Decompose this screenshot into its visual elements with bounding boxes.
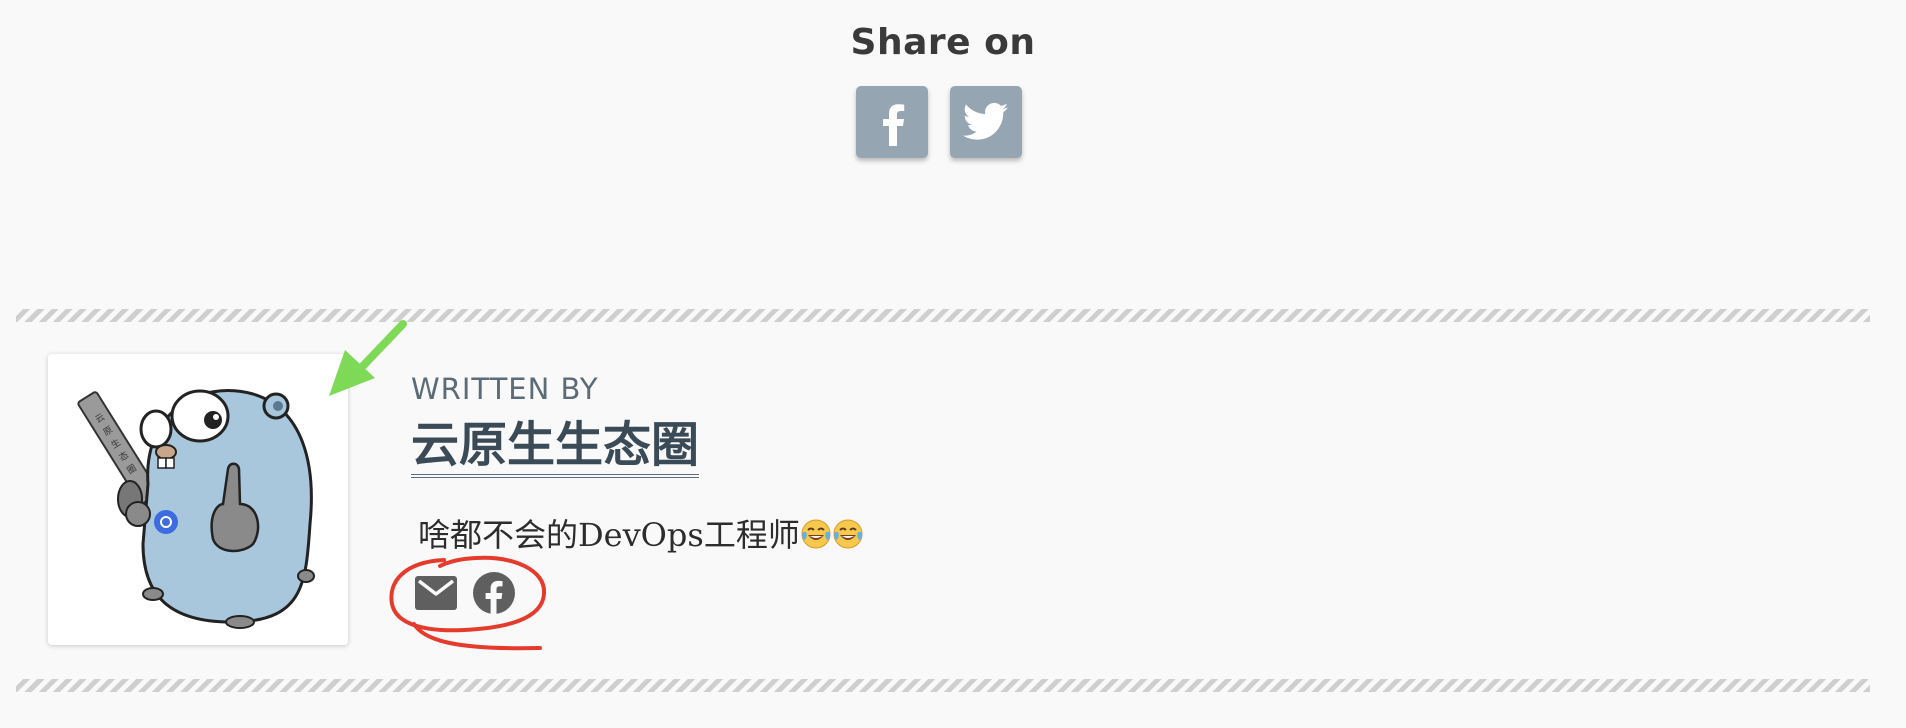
author-facebook-link[interactable]	[472, 571, 516, 615]
facebook-icon	[473, 572, 515, 614]
written-by-label: WRITTEN BY	[411, 372, 599, 406]
author-name-link[interactable]: 云原生生态圈	[411, 416, 700, 478]
laughing-tears-icon	[833, 519, 863, 549]
author-social-links	[414, 571, 516, 615]
share-title: Share on	[850, 22, 1036, 63]
divider-top	[16, 309, 1870, 322]
author-email-link[interactable]	[414, 571, 458, 615]
divider-bottom	[16, 679, 1870, 692]
twitter-icon	[963, 102, 1009, 140]
author-bio-text: 啥都不会的DevOps工程师	[418, 516, 800, 554]
gopher-avatar-icon: 云 原 生 态 圈	[77, 389, 315, 629]
facebook-icon	[883, 104, 905, 146]
laughing-tears-icon	[801, 519, 831, 549]
share-buttons	[856, 86, 1022, 158]
email-icon	[415, 576, 457, 610]
author-avatar: 云 原 生 态 圈	[48, 354, 348, 645]
author-bio: 啥都不会的DevOps工程师	[418, 510, 864, 556]
share-twitter-button[interactable]	[950, 86, 1022, 158]
share-facebook-button[interactable]	[856, 86, 928, 158]
